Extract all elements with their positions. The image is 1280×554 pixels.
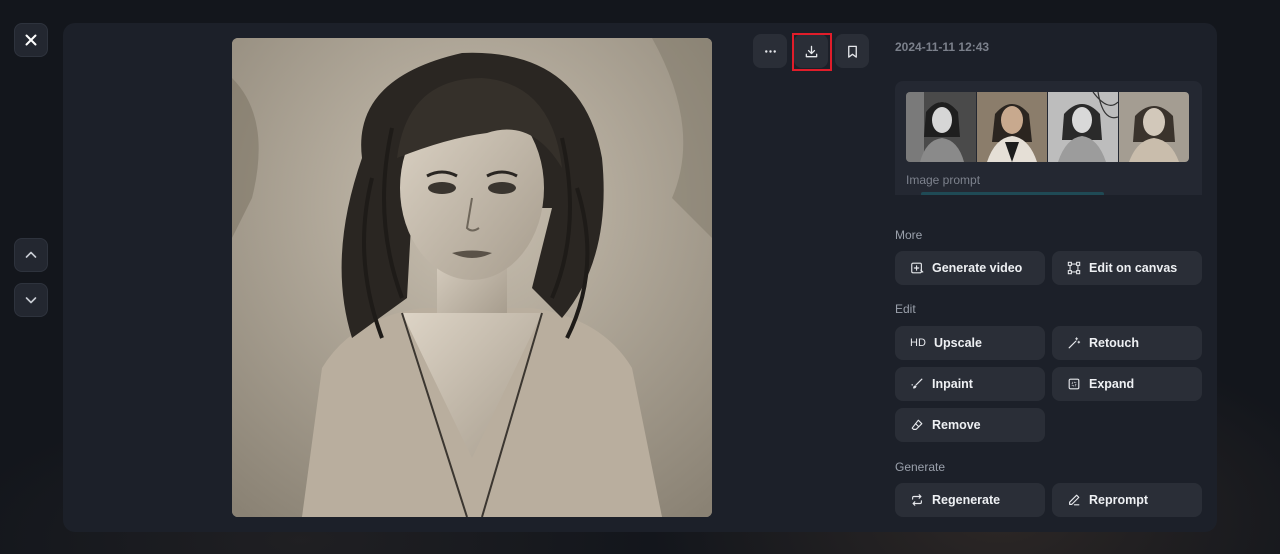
remove-label: Remove <box>932 418 981 432</box>
prompt-thumbnail[interactable] <box>977 92 1047 162</box>
download-button[interactable] <box>794 34 828 68</box>
upscale-button[interactable]: HD Upscale <box>895 326 1045 360</box>
more-horizontal-icon <box>764 49 776 53</box>
expand-frame-icon <box>1068 378 1080 390</box>
generate-video-label: Generate video <box>932 261 1023 275</box>
repeat-icon <box>912 494 922 506</box>
reprompt-label: Reprompt <box>1089 493 1149 507</box>
expand-button[interactable]: Expand <box>1052 367 1202 401</box>
prompt-thumbnails <box>906 92 1189 162</box>
chevron-down-icon <box>25 297 37 304</box>
previous-image-button[interactable] <box>14 238 48 272</box>
hd-icon: HD <box>910 337 926 349</box>
close-button[interactable] <box>14 23 48 57</box>
bookmark-icon <box>847 45 857 58</box>
inpaint-label: Inpaint <box>932 377 973 391</box>
edit-on-canvas-label: Edit on canvas <box>1089 261 1178 275</box>
retouch-label: Retouch <box>1089 336 1139 350</box>
brush-icon <box>911 378 923 389</box>
generate-video-button[interactable]: Generate video <box>895 251 1045 285</box>
prompt-thumbnail[interactable] <box>906 92 976 162</box>
upscale-label: Upscale <box>934 336 982 350</box>
prompt-text-bar <box>921 192 1104 195</box>
regenerate-button[interactable]: Regenerate <box>895 483 1045 517</box>
pencil-icon <box>1069 494 1080 506</box>
download-icon <box>805 45 817 57</box>
image-prompt-label: Image prompt <box>906 173 981 187</box>
remove-button[interactable]: Remove <box>895 408 1045 442</box>
section-title-more: More <box>895 228 923 242</box>
section-title-generate: Generate <box>895 460 946 474</box>
regenerate-label: Regenerate <box>932 493 1001 507</box>
eraser-icon <box>911 419 923 430</box>
canvas-frame-icon <box>1067 261 1081 275</box>
more-options-button[interactable] <box>753 34 787 68</box>
creation-timestamp: 2024-11-11 12:43 <box>895 40 990 54</box>
expand-label: Expand <box>1089 377 1135 391</box>
next-image-button[interactable] <box>14 283 48 317</box>
prompt-thumbnail[interactable] <box>1048 92 1118 162</box>
edit-on-canvas-button[interactable]: Edit on canvas <box>1052 251 1202 285</box>
close-icon <box>25 34 37 46</box>
chevron-up-icon <box>25 251 37 258</box>
magic-wand-icon <box>1068 337 1081 349</box>
inpaint-button[interactable]: Inpaint <box>895 367 1045 401</box>
section-title-edit: Edit <box>895 302 916 316</box>
prompt-thumbnail[interactable] <box>1119 92 1189 162</box>
retouch-button[interactable]: Retouch <box>1052 326 1202 360</box>
video-plus-icon <box>911 262 924 274</box>
generated-image <box>232 38 712 517</box>
portrait-illustration <box>232 38 712 517</box>
bookmark-button[interactable] <box>835 34 869 68</box>
reprompt-button[interactable]: Reprompt <box>1052 483 1202 517</box>
image-prompt-card[interactable]: Image prompt <box>895 81 1202 195</box>
